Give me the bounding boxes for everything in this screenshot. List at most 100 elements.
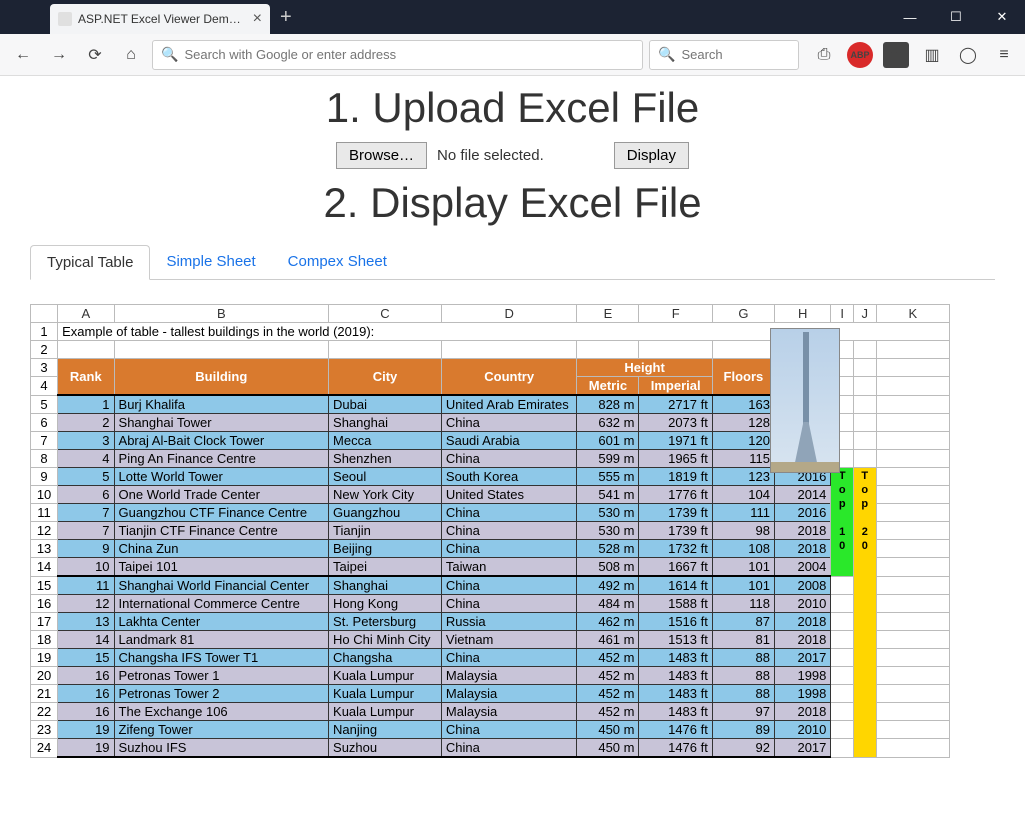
cell-country: Malaysia [441,685,576,703]
cell-rank: 5 [58,468,114,486]
reload-button[interactable]: ⟳ [80,40,110,70]
account-icon[interactable]: ◯ [955,42,981,68]
cell-city: Kuala Lumpur [329,703,442,721]
cell-imperial: 1971 ft [639,432,712,450]
search-icon: 🔍 [161,46,178,63]
row-header[interactable]: 1 [31,323,58,341]
tab-compex-sheet[interactable]: Compex Sheet [272,245,403,279]
col-header[interactable]: K [876,305,949,323]
row-header[interactable]: 13 [31,540,58,558]
search-bar[interactable]: 🔍 [649,40,799,70]
row-header[interactable]: 7 [31,432,58,450]
col-header[interactable]: H [774,305,830,323]
row-header[interactable]: 22 [31,703,58,721]
cell [876,395,949,414]
row-header[interactable]: 5 [31,395,58,414]
row-header[interactable]: 6 [31,414,58,432]
col-header[interactable]: G [712,305,774,323]
cell-imperial: 1667 ft [639,558,712,577]
cell-building: International Commerce Centre [114,595,329,613]
col-header[interactable]: J [853,305,876,323]
cell [876,595,949,613]
row-header[interactable]: 3 [31,359,58,377]
col-header[interactable]: A [58,305,114,323]
search-input[interactable] [681,47,790,62]
tab-simple-sheet[interactable]: Simple Sheet [150,245,271,279]
cell [876,649,949,667]
row-header[interactable]: 20 [31,667,58,685]
cell-floors: 115 [712,450,774,468]
col-header[interactable]: B [114,305,329,323]
cell-year: 2018 [774,522,830,540]
cell-imperial: 1819 ft [639,468,712,486]
cell-building: Shanghai Tower [114,414,329,432]
row-header[interactable]: 15 [31,576,58,595]
row-header[interactable]: 16 [31,595,58,613]
table-row: 1511Shanghai World Financial CenterShang… [31,576,950,595]
new-tab-button[interactable]: + [280,6,292,29]
row-header[interactable]: 12 [31,522,58,540]
hdr-height: Height [577,359,712,377]
address-input[interactable] [184,47,634,62]
tab-typical-table[interactable]: Typical Table [30,245,150,280]
forward-button[interactable]: → [44,40,74,70]
address-bar[interactable]: 🔍 [152,40,643,70]
display-button[interactable]: Display [614,142,689,169]
cell [876,377,949,396]
cell-building: Suzhou IFS [114,739,329,758]
extension-icon[interactable]: ••• [883,42,909,68]
reader-icon[interactable]: ▥ [919,42,945,68]
cell-imperial: 1476 ft [639,739,712,758]
col-header[interactable]: I [831,305,854,323]
row-header[interactable]: 4 [31,377,58,396]
cell [853,450,876,468]
menu-icon[interactable]: ≡ [991,42,1017,68]
cell-year: 2018 [774,540,830,558]
browser-tab[interactable]: ASP.NET Excel Viewer Demo - A × [50,4,270,34]
toolbar: ← → ⟳ ⌂ 🔍 🔍 ⎙ ABP ••• ▥ ◯ ≡ [0,34,1025,76]
cell-metric: 828 m [577,395,639,414]
row-header[interactable]: 14 [31,558,58,577]
adblock-icon[interactable]: ABP [847,42,873,68]
row-header[interactable]: 24 [31,739,58,758]
titlebar: ASP.NET Excel Viewer Demo - A × + — ☐ ✕ [0,0,1025,34]
row-header[interactable]: 18 [31,631,58,649]
browse-button[interactable]: Browse… [336,142,427,169]
tab-close-icon[interactable]: × [253,10,262,28]
row-header[interactable]: 23 [31,721,58,739]
cell-country: China [441,595,576,613]
cell-city: Shanghai [329,414,442,432]
col-header[interactable]: D [441,305,576,323]
cell [876,540,949,558]
cell-metric: 530 m [577,504,639,522]
row-header[interactable]: 9 [31,468,58,486]
close-button[interactable]: ✕ [979,0,1025,34]
row-header[interactable]: 8 [31,450,58,468]
col-header[interactable]: F [639,305,712,323]
hdr-floors: Floors [712,359,774,396]
back-button[interactable]: ← [8,40,38,70]
col-header[interactable]: C [329,305,442,323]
cell-rank: 2 [58,414,114,432]
row-header[interactable]: 21 [31,685,58,703]
cell-city: Kuala Lumpur [329,667,442,685]
file-status: No file selected. [437,147,544,164]
hdr-imperial: Imperial [639,377,712,396]
maximize-button[interactable]: ☐ [933,0,979,34]
cell-imperial: 1739 ft [639,522,712,540]
library-icon[interactable]: ⎙ [811,42,837,68]
row-header[interactable]: 11 [31,504,58,522]
row-header[interactable]: 17 [31,613,58,631]
row-header[interactable]: 2 [31,341,58,359]
home-button[interactable]: ⌂ [116,40,146,70]
row-header[interactable]: 10 [31,486,58,504]
minimize-button[interactable]: — [887,0,933,34]
cell [876,432,949,450]
cell [831,649,854,667]
cell-floors: 118 [712,595,774,613]
cell-rank: 19 [58,739,114,758]
cell-floors: 88 [712,685,774,703]
row-header[interactable]: 19 [31,649,58,667]
col-header[interactable]: E [577,305,639,323]
cell [876,613,949,631]
